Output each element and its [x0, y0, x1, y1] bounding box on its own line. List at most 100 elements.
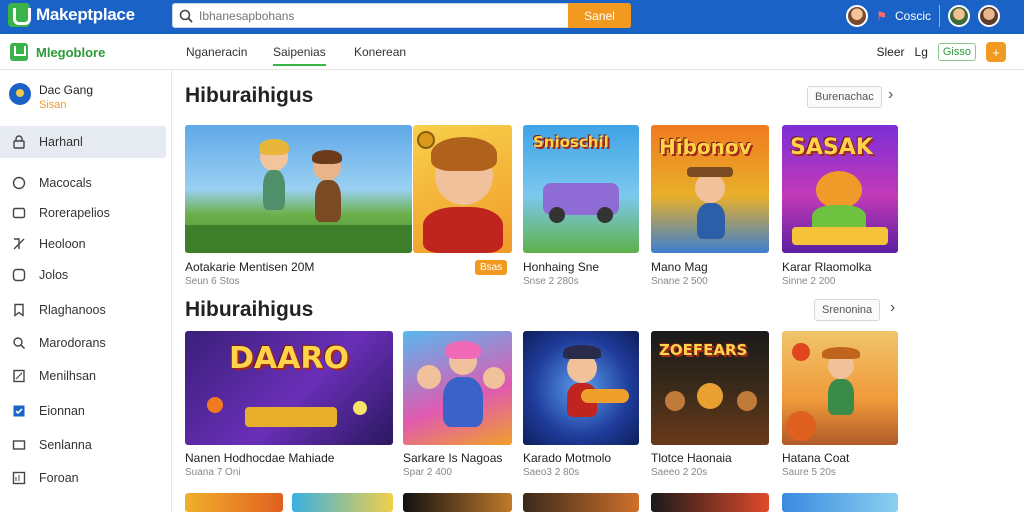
sidebar-item-harhanl[interactable]: Harhanl: [0, 126, 166, 158]
game-thumbnail[interactable]: [413, 125, 512, 253]
sidebar-item-label: Senlanna: [39, 438, 92, 452]
user-area: ⚑ Coscic: [846, 3, 1000, 29]
sidebar-item-rorerapelios[interactable]: Rorerapelios: [0, 197, 166, 229]
chevron-right-icon[interactable]: ›: [888, 86, 893, 104]
coins-label[interactable]: Coscic: [895, 9, 931, 23]
game-thumbnail[interactable]: Snioschil: [523, 125, 639, 253]
game-title[interactable]: Karar Rlaomolka: [782, 260, 871, 274]
main-content: Hiburaihigus Burenachac › Aotakarie Ment…: [172, 70, 1024, 512]
game-thumbnail[interactable]: [185, 125, 412, 253]
game-meta: Seun 6 Stos: [185, 276, 240, 287]
game-title[interactable]: Mano Mag: [651, 260, 708, 274]
brand[interactable]: Mlegoblore: [10, 43, 105, 61]
character-hair: [312, 150, 342, 164]
game-title[interactable]: Nanen Hodhocdae Mahiade: [185, 451, 334, 465]
logo[interactable]: Makeptplace: [8, 3, 135, 27]
game-thumbnail[interactable]: [782, 493, 898, 512]
game-thumbnail[interactable]: [651, 493, 769, 512]
sidebar-item-label: Eionnan: [39, 404, 85, 418]
game-logo-text: DAARO: [229, 341, 349, 376]
friend-avatar[interactable]: [948, 5, 970, 27]
game-title[interactable]: Sarkare Is Nagoas: [403, 451, 502, 465]
sidebar-item-label: Rorerapelios: [39, 206, 110, 220]
game-title[interactable]: Aotakarie Mentisen 20M: [185, 260, 314, 274]
sidebar-item-senlanna[interactable]: Senlanna: [0, 429, 166, 461]
search-input[interactable]: [199, 5, 559, 26]
fruit: [786, 411, 816, 441]
game-meta: Snane 2 500: [651, 276, 708, 287]
character-head: [816, 171, 862, 209]
nav-pill[interactable]: Gisso: [937, 43, 976, 61]
sidebar-item-foroan[interactable]: Foroan: [0, 462, 166, 494]
game-meta: Saure 5 20s: [782, 467, 836, 478]
fruit: [792, 343, 810, 361]
game-thumbnail[interactable]: [403, 331, 512, 445]
tab-nganeracin[interactable]: Nganeracin: [186, 45, 247, 59]
wheel: [597, 207, 613, 223]
tab-konerean[interactable]: Konerean: [354, 45, 406, 59]
nav-right: Sleer Lg Gisso +: [877, 42, 1006, 62]
chevron-right-icon[interactable]: ›: [890, 299, 895, 317]
sidebar-item-label: Rlaghanoos: [39, 303, 106, 317]
sidebar-item-marodorans[interactable]: Marodorans: [0, 327, 166, 359]
game-thumbnail[interactable]: [292, 493, 393, 512]
game-thumbnail[interactable]: SASAK: [782, 125, 898, 253]
add-button[interactable]: +: [986, 42, 1006, 62]
nav-bar: Mlegoblore Nganeracin Saipenias Konerean…: [0, 34, 1024, 70]
game-thumbnail[interactable]: [523, 493, 639, 512]
sidebar-item-jolos[interactable]: Jolos: [0, 259, 166, 291]
character-hair: [431, 137, 497, 171]
game-thumbnail[interactable]: ZOEFEARS: [651, 331, 769, 445]
profile-status: Sisan: [39, 99, 67, 111]
search-icon: [173, 4, 199, 27]
search-icon: [11, 335, 27, 351]
coin-icon: [417, 131, 435, 149]
sidebar-item-label: Marodorans: [39, 336, 106, 350]
game-logo-text: Snioschil: [533, 133, 609, 151]
sidebar: Dac Gang Sisan Harhanl Macocals Rorerapeli…: [0, 70, 172, 512]
game-thumbnail[interactable]: Hibonov: [651, 125, 769, 253]
sidebar-item-rlaghanoos[interactable]: Rlaghanoos: [0, 294, 166, 326]
game-thumbnail[interactable]: [403, 493, 512, 512]
profile-avatar[interactable]: [978, 5, 1000, 27]
sidebar-item-macocals[interactable]: Macocals: [0, 167, 166, 199]
cookie: [697, 383, 723, 409]
game-title[interactable]: Karado Motmolo: [523, 451, 611, 465]
wheel: [549, 207, 565, 223]
avatar[interactable]: [846, 5, 869, 27]
see-all-button[interactable]: Srenonina: [814, 299, 881, 321]
search-bar: Sanel: [172, 3, 631, 28]
game-thumbnail[interactable]: [523, 331, 639, 445]
game-meta: Snse 2 280s: [523, 276, 579, 287]
sidebar-item-eionnan[interactable]: Eionnan: [0, 395, 166, 427]
checkbox-icon: [11, 403, 27, 419]
game-logo-text: Hibonov: [659, 135, 752, 159]
sidebar-profile[interactable]: Dac Gang Sisan: [9, 83, 93, 111]
nav-link-sleer[interactable]: Sleer: [877, 45, 905, 59]
search-button[interactable]: Sanel: [568, 3, 631, 28]
lock-icon: [11, 134, 27, 150]
game-logo-text: ZOEFEARS: [659, 341, 748, 359]
game-title[interactable]: Hatana Coat: [782, 451, 849, 465]
game-meta: Sinne 2 200: [782, 276, 836, 287]
game-thumbnail[interactable]: [185, 493, 283, 512]
character-body: [443, 377, 483, 427]
divider: [939, 5, 940, 27]
game-thumbnail[interactable]: DAARO: [185, 331, 393, 445]
character-body: [263, 170, 285, 210]
game-title[interactable]: Tlotce Haonaia: [651, 451, 732, 465]
character-hair: [259, 139, 289, 155]
nav-link-lg[interactable]: Lg: [915, 45, 928, 59]
game-thumbnail[interactable]: [782, 331, 898, 445]
game-logo-text: SASAK: [790, 135, 873, 160]
character-head: [737, 391, 757, 411]
tab-saipenias[interactable]: Saipenias: [273, 45, 326, 66]
character-body: [697, 203, 725, 239]
rocket: [581, 389, 629, 403]
sidebar-item-heoloon[interactable]: Heoloon: [0, 228, 166, 260]
game-title[interactable]: Honhaing Sne: [523, 260, 599, 274]
flag-icon[interactable]: ⚑: [876, 9, 887, 23]
chat-icon: [11, 175, 27, 191]
sidebar-item-menilhsan[interactable]: Menilhsan: [0, 360, 166, 392]
see-all-button[interactable]: Burenachac: [807, 86, 882, 108]
